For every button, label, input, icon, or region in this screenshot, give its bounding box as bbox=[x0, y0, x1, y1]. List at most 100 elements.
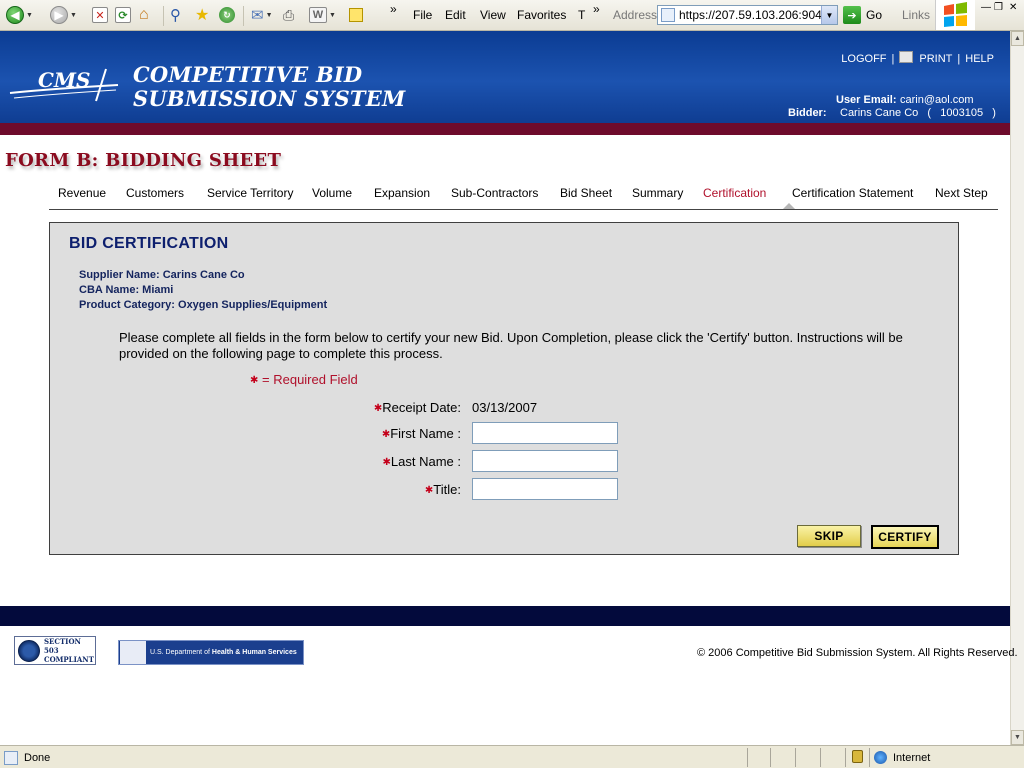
links-button[interactable]: Links bbox=[902, 8, 930, 22]
bidder-value: Carins Cane Co ( 1003105 ) bbox=[840, 107, 996, 119]
zone-text: Internet bbox=[893, 751, 931, 764]
tab-volume[interactable]: Volume bbox=[312, 186, 352, 200]
certify-button[interactable]: CERTIFY bbox=[871, 525, 939, 549]
vertical-scrollbar[interactable]: ▲ ▼ bbox=[1010, 31, 1024, 745]
scroll-up-icon[interactable]: ▲ bbox=[1011, 31, 1024, 46]
cms-logo: CMS bbox=[8, 67, 120, 103]
help-link[interactable]: HELP bbox=[965, 53, 994, 65]
menu-file[interactable]: File bbox=[413, 8, 432, 22]
status-separator bbox=[845, 748, 846, 767]
required-asterisk-icon: ✱ bbox=[250, 375, 259, 387]
windows-logo-icon bbox=[935, 0, 975, 30]
first-name-input[interactable] bbox=[472, 422, 618, 444]
logoff-link[interactable]: LOGOFF bbox=[841, 53, 886, 65]
status-done: Done bbox=[4, 751, 50, 765]
go-arrow-icon: ➔ bbox=[843, 6, 861, 24]
link-separator: | bbox=[957, 53, 961, 65]
print-link[interactable]: PRINT bbox=[919, 53, 952, 65]
status-separator bbox=[770, 748, 771, 767]
menu-favorites[interactable]: Favorites bbox=[517, 8, 566, 22]
tab-summary[interactable]: Summary bbox=[632, 186, 683, 200]
chevron-down-icon[interactable]: ▼ bbox=[821, 6, 837, 24]
instructions-text: Please complete all fields in the form b… bbox=[119, 330, 903, 361]
title-label: ✱Title: bbox=[424, 482, 461, 497]
active-tab-caret-icon bbox=[783, 203, 795, 209]
refresh-button[interactable]: ⟳ bbox=[115, 5, 131, 25]
internet-zone[interactable]: Internet bbox=[874, 751, 930, 764]
go-button[interactable]: ➔ Go bbox=[843, 5, 882, 25]
search-button[interactable]: ⚲ bbox=[170, 5, 181, 25]
browser-toolbar: ◀ ▼ ▶ ▼ ✕ ⟳ ⌂ ⚲ ★ ↻ ✉ ▼ ⎙ W ▼ » File Edi… bbox=[0, 0, 1024, 31]
printer-icon[interactable] bbox=[899, 51, 914, 63]
tab-sub-contractors[interactable]: Sub-Contractors bbox=[451, 186, 538, 200]
toolbar-separator bbox=[243, 6, 244, 26]
history-button[interactable]: ↻ bbox=[219, 5, 235, 25]
system-title-line1: COMPETITIVE BID bbox=[133, 62, 363, 87]
forward-button[interactable]: ▶ ▼ bbox=[50, 5, 77, 25]
status-separator bbox=[747, 748, 748, 767]
lock-icon[interactable] bbox=[852, 750, 863, 763]
first-name-label: ✱First Name : bbox=[381, 426, 461, 441]
top-links: LOGOFF | PRINT | HELP bbox=[841, 51, 994, 67]
close-icon[interactable]: ✕ bbox=[1009, 2, 1017, 13]
scroll-down-icon[interactable]: ▼ bbox=[1011, 730, 1024, 745]
tab-service-territory[interactable]: Service Territory bbox=[207, 186, 293, 200]
required-asterisk-icon: ✱ bbox=[381, 429, 391, 441]
chevron-down-icon: ▼ bbox=[70, 11, 77, 19]
address-url[interactable]: https://207.59.103.206:904 bbox=[679, 8, 821, 22]
print-toolbar-button[interactable]: ⎙ bbox=[283, 5, 294, 25]
required-field-text: = Required Field bbox=[262, 372, 358, 387]
printer-icon: ⎙ bbox=[283, 6, 295, 23]
product-category: Product Category: Oxygen Supplies/Equipm… bbox=[79, 299, 328, 311]
menu-edit[interactable]: Edit bbox=[445, 8, 466, 22]
window-controls: — ❐ ✕ bbox=[975, 0, 1024, 30]
hhs-badge[interactable]: U.S. Department of Health & Human Servic… bbox=[118, 640, 304, 665]
tab-expansion[interactable]: Expansion bbox=[374, 186, 430, 200]
back-button[interactable]: ◀ ▼ bbox=[6, 5, 33, 25]
menu-view[interactable]: View bbox=[480, 8, 506, 22]
section-508-text: SECTION 503 COMPLIANT bbox=[44, 637, 94, 664]
hhs-eagle-icon bbox=[120, 641, 146, 664]
bid-info: Supplier Name: Carins Cane Co CBA Name: … bbox=[79, 268, 327, 313]
stop-button[interactable]: ✕ bbox=[92, 5, 108, 25]
user-email-value: carin@aol.com bbox=[900, 94, 974, 106]
tab-next-step[interactable]: Next Step bbox=[935, 186, 988, 200]
section-508-badge[interactable]: SECTION 503 COMPLIANT bbox=[14, 636, 96, 665]
skip-button[interactable]: SKIP bbox=[797, 525, 861, 547]
note-icon bbox=[349, 8, 363, 22]
history-icon: ↻ bbox=[219, 7, 235, 23]
minimize-icon[interactable]: — bbox=[981, 2, 991, 13]
restore-icon[interactable]: ❐ bbox=[994, 2, 1003, 13]
user-info: User Email: carin@aol.com Bidder: Carins C… bbox=[788, 94, 996, 120]
hhs-text-light: U.S. Department of bbox=[150, 649, 210, 656]
edit-button[interactable]: W ▼ bbox=[309, 5, 336, 25]
tab-certification-statement[interactable]: Certification Statement bbox=[792, 186, 913, 200]
system-title: COMPETITIVE BID SUBMISSION SYSTEM bbox=[133, 63, 405, 111]
last-name-input[interactable] bbox=[472, 450, 618, 472]
menu-overflow-chevron-icon[interactable]: » bbox=[593, 2, 600, 16]
address-bar[interactable]: https://207.59.103.206:904 ▼ bbox=[657, 5, 838, 25]
discuss-button[interactable] bbox=[349, 5, 363, 25]
favorites-button[interactable]: ★ bbox=[195, 5, 209, 25]
tab-customers[interactable]: Customers bbox=[126, 186, 184, 200]
title-input[interactable] bbox=[472, 478, 618, 500]
page-icon bbox=[661, 8, 675, 22]
mail-button[interactable]: ✉ ▼ bbox=[251, 5, 273, 25]
receipt-date-value: 03/13/2007 bbox=[472, 400, 538, 415]
bid-certification-panel: BID CERTIFICATION Supplier Name: Carins … bbox=[49, 222, 959, 555]
tab-bid-sheet[interactable]: Bid Sheet bbox=[560, 186, 612, 200]
globe-icon bbox=[874, 751, 887, 764]
menu-tools[interactable]: T bbox=[578, 8, 585, 22]
chevron-down-icon: ▼ bbox=[265, 11, 273, 19]
page-header: CMS COMPETITIVE BID SUBMISSION SYSTEM LO… bbox=[0, 31, 1010, 123]
link-separator: | bbox=[891, 53, 895, 65]
tab-revenue[interactable]: Revenue bbox=[58, 186, 106, 200]
home-icon: ⌂ bbox=[139, 6, 149, 23]
page-icon bbox=[4, 751, 18, 765]
address-label: Address bbox=[613, 8, 658, 22]
chevron-down-icon: ▼ bbox=[26, 11, 33, 19]
cba-name: CBA Name: Miami bbox=[79, 284, 174, 296]
toolbar-overflow-chevron-icon[interactable]: » bbox=[390, 2, 397, 16]
home-button[interactable]: ⌂ bbox=[139, 5, 149, 25]
tab-certification[interactable]: Certification bbox=[703, 186, 766, 200]
